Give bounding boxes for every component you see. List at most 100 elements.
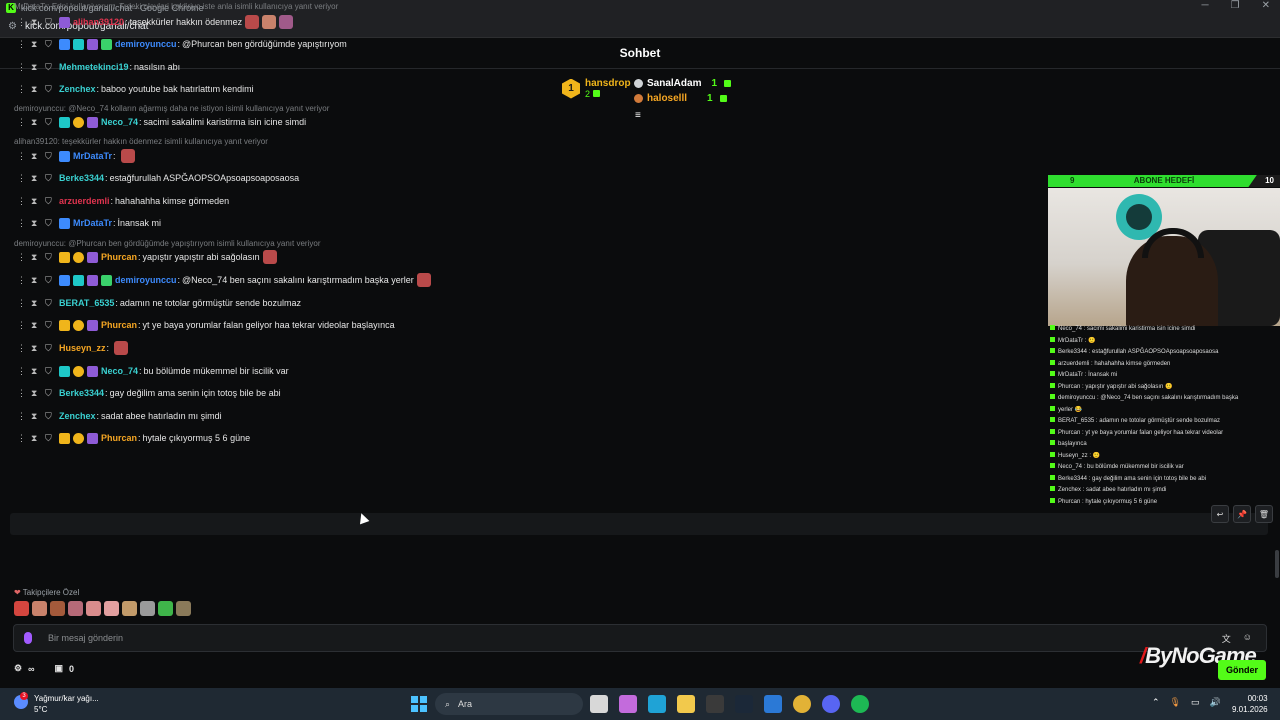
emote[interactable] <box>104 601 119 616</box>
ban-icon[interactable]: ⛉ <box>45 275 59 286</box>
emote[interactable] <box>262 250 277 264</box>
ban-icon[interactable]: ⛉ <box>45 298 59 309</box>
emote[interactable] <box>114 341 129 355</box>
emote[interactable] <box>158 601 173 616</box>
ban-icon[interactable]: ⛉ <box>45 388 59 399</box>
ban-icon[interactable]: ⛉ <box>45 218 59 229</box>
chat-username[interactable]: Neco_74 <box>101 366 138 376</box>
copilot-icon[interactable] <box>619 695 637 713</box>
ban-icon[interactable]: ⛉ <box>45 252 59 263</box>
chat-message[interactable]: ⋮ ⧗ ⛉ Berke3344: gay değilim ama senin için … <box>17 385 281 401</box>
emote[interactable] <box>262 15 277 29</box>
reply-context[interactable]: MrDataTr: Edpi kullaniyorum. Trdeki olay… <box>14 2 338 11</box>
delete-message-icon[interactable]: ⋮ <box>17 252 31 263</box>
chevron-up-icon[interactable]: ⌃ <box>1152 697 1160 708</box>
chat-message[interactable]: ⋮ ⧗ ⛉ MrDataTr: İnansak mi <box>17 215 161 231</box>
timeout-icon[interactable]: ⧗ <box>31 17 45 28</box>
chat-username[interactable]: arzuerdemli <box>59 196 110 206</box>
timeout-icon[interactable]: ⧗ <box>31 218 45 229</box>
emote[interactable] <box>140 601 155 616</box>
chat-message[interactable]: ⋮ ⧗ ⛉ Zenchex: sadat abee hatırladın mı şimd… <box>17 408 222 424</box>
chat-message[interactable]: ⋮ ⧗ ⛉ Neco_74: bu bölümde mükemmel bir iscil… <box>17 363 289 379</box>
delete-message-icon[interactable]: ⋮ <box>17 173 31 184</box>
microphone-icon[interactable] <box>24 632 32 644</box>
close-button[interactable]: ✕ <box>1262 0 1270 11</box>
ban-icon[interactable]: ⛉ <box>45 366 59 377</box>
chat-input[interactable] <box>48 633 1148 643</box>
delete-message-icon[interactable]: ⋮ <box>17 196 31 207</box>
chat-username[interactable]: MrDataTr <box>73 151 112 161</box>
emote[interactable] <box>68 601 83 616</box>
task-view-icon[interactable] <box>590 695 608 713</box>
mail-icon[interactable] <box>764 695 782 713</box>
microphone-tray-icon[interactable]: 🎙 <box>1170 697 1181 708</box>
delete-message-icon[interactable]: ⋮ <box>17 275 31 286</box>
timeout-icon[interactable]: ⧗ <box>31 388 45 399</box>
chat-username[interactable]: Zenchex <box>59 411 96 421</box>
edge-icon[interactable] <box>648 695 666 713</box>
ban-icon[interactable]: ⛉ <box>45 39 59 50</box>
chat-username[interactable]: Berke3344 <box>59 388 104 398</box>
ban-icon[interactable]: ⛉ <box>45 17 59 28</box>
chat-username[interactable]: Berke3344 <box>59 173 104 183</box>
discord-icon[interactable] <box>822 695 840 713</box>
delete-message-icon[interactable]: ⋮ <box>17 320 31 331</box>
chat-message[interactable]: ⋮ ⧗ ⛉ arzuerdemli: hahahahha kimse görmeden <box>17 193 229 209</box>
ban-icon[interactable]: ⛉ <box>45 151 59 162</box>
spotify-icon[interactable] <box>851 695 869 713</box>
chat-message[interactable]: ⋮ ⧗ ⛉ demiroyunccu: @Neco_74 ben saçını saka… <box>17 272 431 288</box>
steam-icon[interactable] <box>735 695 753 713</box>
chat-message[interactable]: ⋮ ⧗ ⛉ demiroyunccu: @Phurcan ben gördüğümde … <box>17 36 347 52</box>
delete-message-icon[interactable]: ⋮ <box>17 62 31 73</box>
ban-icon[interactable]: ⛉ <box>45 173 59 184</box>
minimize-button[interactable]: ─ <box>1202 0 1209 11</box>
chat-username[interactable]: demiroyunccu <box>115 39 177 49</box>
delete-message-icon[interactable]: ⋮ <box>17 84 31 95</box>
delete-message-icon[interactable]: ⋮ <box>17 343 31 354</box>
delete-message-icon[interactable]: ⋮ <box>17 411 31 422</box>
windows-start-icon[interactable] <box>411 696 427 712</box>
volume-icon[interactable]: 🔊 <box>1210 697 1221 708</box>
reply-context[interactable]: demiroyunccu: @Phurcan ben gördüğümde ya… <box>14 239 320 248</box>
gift-box-icon[interactable]: ▣ <box>55 663 64 674</box>
delete-message-icon[interactable]: ⋮ <box>17 117 31 128</box>
timeout-icon[interactable]: ⧗ <box>31 151 45 162</box>
chat-input-box[interactable]: 文 ☺ <box>13 624 1267 652</box>
timeout-icon[interactable]: ⧗ <box>31 84 45 95</box>
chat-message[interactable]: ⋮ ⧗ ⛉ MrDataTr: <box>17 148 135 164</box>
timeout-icon[interactable]: ⧗ <box>31 433 45 444</box>
emote[interactable] <box>279 15 294 29</box>
delete-message-icon[interactable]: ⋮ <box>17 17 31 28</box>
emote[interactable] <box>14 601 29 616</box>
timeout-icon[interactable]: ⧗ <box>31 173 45 184</box>
taskbar-search[interactable]: ⌕ Ara <box>435 693 583 715</box>
network-icon[interactable]: ▭ <box>1191 697 1200 708</box>
file-explorer-icon[interactable] <box>677 695 695 713</box>
leaderboard-first[interactable]: 1 hansdrop 2 <box>562 78 631 99</box>
ban-icon[interactable]: ⛉ <box>45 433 59 444</box>
timeout-icon[interactable]: ⧗ <box>31 275 45 286</box>
chat-message[interactable]: ⋮ ⧗ ⛉ alihan39120: teşekkürler hakkın ödenme… <box>17 14 294 30</box>
chat-username[interactable]: Phurcan <box>101 320 137 330</box>
emote[interactable] <box>86 601 101 616</box>
delete-message-icon[interactable]: ⋮ <box>17 366 31 377</box>
delete-message-icon[interactable]: ⋮ <box>17 298 31 309</box>
emote[interactable] <box>32 601 47 616</box>
reply-context[interactable]: alihan39120: teşekkürler hakkın ödenmez … <box>14 137 268 146</box>
timeout-icon[interactable]: ⧗ <box>31 320 45 331</box>
delete-message-icon[interactable]: ⋮ <box>17 39 31 50</box>
timeout-icon[interactable]: ⧗ <box>31 298 45 309</box>
chat-username[interactable]: Huseyn_zz <box>59 343 106 353</box>
emote[interactable] <box>176 601 191 616</box>
ban-icon[interactable]: ⛉ <box>45 411 59 422</box>
site-settings-icon[interactable]: ⚙ <box>8 21 17 32</box>
chat-message[interactable]: ⋮ ⧗ ⛉ Berke3344: estağfurullah ASPĞAOPSOApso… <box>17 170 299 186</box>
chat-message[interactable]: ⋮ ⧗ ⛉ Phurcan: yapıştır yapıştır abi sağolas… <box>17 249 277 265</box>
chat-message[interactable]: ⋮ ⧗ ⛉ Phurcan: yt ye baya yorumlar falan gel… <box>17 317 395 333</box>
reply-context[interactable]: demiroyunccu: @Neco_74 kolların ağarmış … <box>14 104 329 113</box>
emote[interactable] <box>120 149 135 163</box>
leaderboard-row[interactable]: haloselll 1 <box>634 91 731 106</box>
timeout-icon[interactable]: ⧗ <box>31 196 45 207</box>
ban-icon[interactable]: ⛉ <box>45 196 59 207</box>
delete-message-icon[interactable]: ⋮ <box>17 388 31 399</box>
